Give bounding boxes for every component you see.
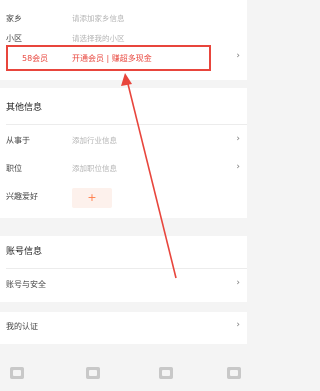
account-security-row[interactable]: 账号与安全 › bbox=[0, 274, 247, 298]
chat-icon[interactable] bbox=[159, 367, 173, 379]
account-security-chevron-icon: › bbox=[236, 278, 240, 288]
industry-row[interactable]: 从事于 添加行业信息 › bbox=[0, 130, 247, 154]
vip-label: 58会员 bbox=[22, 54, 49, 63]
contacts-icon[interactable] bbox=[10, 367, 24, 379]
account-security-label: 账号与安全 bbox=[6, 280, 46, 289]
industry-value: 添加行业信息 bbox=[72, 136, 117, 145]
hobbies-label: 兴趣爱好 bbox=[6, 192, 38, 201]
position-row[interactable]: 职位 添加职位信息 › bbox=[0, 158, 247, 182]
industry-chevron-icon: › bbox=[236, 134, 240, 144]
card-icon[interactable] bbox=[86, 367, 100, 379]
number-icon[interactable] bbox=[227, 367, 241, 379]
hometown-value: 请添加家乡信息 bbox=[72, 14, 125, 23]
vip-promo-text: 开通会员 | 赚超多现金 bbox=[72, 54, 152, 63]
position-chevron-icon: › bbox=[236, 162, 240, 172]
bottom-tab-bar bbox=[0, 355, 247, 391]
position-label: 职位 bbox=[6, 164, 22, 173]
certification-label: 我的认证 bbox=[6, 322, 38, 331]
community-value: 请选择我的小区 bbox=[72, 34, 125, 43]
hometown-label: 家乡 bbox=[6, 14, 22, 23]
divider bbox=[6, 124, 247, 125]
industry-label: 从事于 bbox=[6, 136, 30, 145]
plus-icon: + bbox=[87, 191, 97, 204]
vip-chevron-icon: › bbox=[236, 51, 240, 61]
add-hobby-button[interactable]: + bbox=[72, 188, 112, 208]
divider bbox=[6, 268, 247, 269]
certification-section: 我的认证 › bbox=[0, 312, 247, 344]
other-info-title: 其他信息 bbox=[6, 103, 43, 113]
vip-membership-row[interactable]: 58会员 开通会员 | 赚超多现金 bbox=[6, 45, 211, 71]
other-info-section: 其他信息 从事于 添加行业信息 › 职位 添加职位信息 › 兴趣爱好 bbox=[0, 88, 247, 218]
account-title: 账号信息 bbox=[6, 247, 43, 257]
certification-chevron-icon: › bbox=[236, 320, 240, 330]
position-value: 添加职位信息 bbox=[72, 164, 117, 173]
certification-row[interactable]: 我的认证 › bbox=[0, 316, 247, 340]
account-section: 账号信息 账号与安全 › bbox=[0, 236, 247, 302]
community-label: 小区 bbox=[6, 34, 22, 43]
hobbies-row: 兴趣爱好 bbox=[0, 186, 247, 210]
